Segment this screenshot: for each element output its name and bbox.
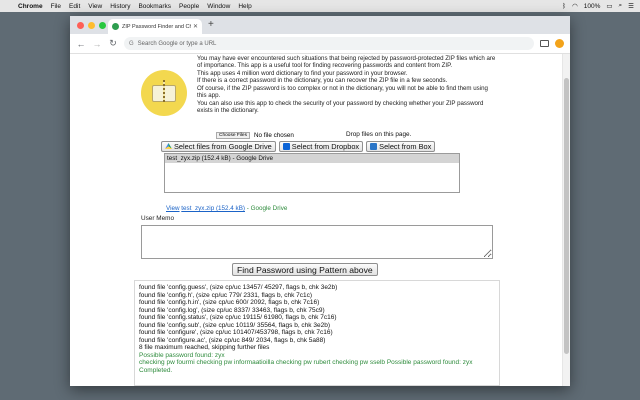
dropbox-icon: [282, 143, 290, 150]
description-line: You can also use this app to check the s…: [197, 99, 484, 115]
scrollbar-thumb[interactable]: [564, 78, 569, 354]
log-line: Completed.: [139, 366, 173, 374]
select-box-button[interactable]: Select from Box: [366, 141, 436, 152]
battery-percent: 100%: [583, 2, 601, 10]
list-item[interactable]: test_zyx.zip (152.4 kB) - Google Drive: [165, 154, 459, 163]
google-drive-label: Select files from Google Drive: [174, 142, 272, 151]
menu-people[interactable]: People: [179, 3, 199, 10]
tab-title: ZIP Password Finder and Chec: [122, 23, 191, 30]
page-viewport: You may have ever encountered such situa…: [70, 54, 570, 386]
zipper-icon: [163, 80, 165, 102]
battery-icon[interactable]: ▭: [606, 2, 612, 10]
view-file-link[interactable]: test_zyx.zip (152.4 kB): [181, 205, 245, 212]
menu-help[interactable]: Help: [238, 3, 251, 10]
page-scrollbar[interactable]: [562, 54, 570, 386]
no-file-chosen-text: No file chosen: [254, 132, 294, 139]
select-dropbox-button[interactable]: Select from Dropbox: [278, 141, 364, 152]
tab-zip-password-finder[interactable]: ZIP Password Finder and Chec ✕: [108, 19, 202, 34]
log-line: found file 'config.guess', (size cp/uc 1…: [139, 284, 338, 291]
tab-strip: ZIP Password Finder and Chec ✕ +: [70, 16, 570, 34]
description-line: If there is a correct password in the di…: [197, 77, 448, 85]
log-line: found file 'configure', (size cp/uc 1014…: [139, 329, 333, 336]
folder-icon: [152, 80, 176, 102]
user-memo-textarea[interactable]: [141, 225, 493, 259]
menu-chrome[interactable]: Chrome: [18, 3, 43, 10]
forward-icon[interactable]: →: [92, 39, 102, 49]
window-controls: [77, 22, 106, 29]
menu-bookmarks[interactable]: Bookmarks: [138, 3, 171, 10]
close-tab-icon[interactable]: ✕: [193, 23, 198, 30]
close-window-button[interactable]: [77, 22, 84, 29]
menu-window[interactable]: Window: [207, 3, 230, 10]
search-icon[interactable]: ⌕: [619, 2, 623, 10]
browser-toolbar: ← → ↻ G Search Google or type a URL: [70, 34, 570, 54]
omnibox[interactable]: G Search Google or type a URL: [124, 37, 534, 50]
favicon-icon: [112, 23, 119, 30]
menu-file[interactable]: File: [51, 3, 61, 10]
view-file-row: View test_zyx.zip (152.4 kB) - Google Dr…: [166, 205, 287, 212]
wifi-icon[interactable]: ◠: [572, 2, 578, 10]
status-area: ᛒ ◠ 100% ▭ ⌕ ☰: [562, 2, 640, 10]
box-icon: [370, 143, 378, 150]
google-drive-icon: [165, 143, 172, 149]
cast-icon[interactable]: [540, 40, 549, 47]
log-line: found file 'config.log', (size cp/uc 833…: [139, 306, 325, 314]
description-line: You may have ever encountered such situa…: [197, 55, 496, 70]
log-line: found file 'config.h', (size cp/uc 779/ …: [139, 291, 313, 299]
search-icon: G: [129, 40, 134, 47]
description-line: Of course, if the ZIP password is too co…: [197, 84, 488, 100]
omnibox-placeholder: Search Google or type a URL: [137, 40, 217, 47]
menu-edit[interactable]: Edit: [69, 3, 80, 10]
cloud-select-buttons: Select files from Google Drive Select fr…: [161, 141, 436, 152]
user-memo-label: User Memo: [141, 215, 175, 222]
bluetooth-icon[interactable]: ᛒ: [562, 3, 566, 10]
back-icon[interactable]: ←: [76, 39, 86, 49]
menu-view[interactable]: View: [88, 3, 102, 10]
log-line: found file 'config.h.in', (size cp/uc 60…: [139, 299, 320, 306]
menu-icon[interactable]: ☰: [628, 2, 634, 10]
log-line: found file 'configure.ac', (size cp/uc 8…: [139, 336, 326, 344]
log-line: found file 'config.status', (size cp/uc …: [139, 314, 337, 321]
zip-password-app: You may have ever encountered such situa…: [134, 54, 500, 386]
box-label: Select from Box: [379, 142, 432, 151]
file-source: - Google Drive: [246, 205, 288, 212]
menu-history[interactable]: History: [110, 3, 130, 10]
drop-files-label: Drop files on this page.: [346, 131, 412, 138]
profile-avatar[interactable]: [555, 39, 564, 48]
log-line: Possible password found: zyx: [139, 351, 225, 359]
selected-files-list[interactable]: test_zyx.zip (152.4 kB) - Google Drive: [164, 153, 460, 193]
result-log: found file 'config.guess', (size cp/uc 1…: [134, 280, 500, 386]
log-line: checking pw fourmi checking pw informaat…: [139, 359, 473, 366]
zip-folder-logo-icon: [141, 70, 187, 116]
reload-icon[interactable]: ↻: [108, 38, 118, 49]
log-line: 8 file maximum reached, skipping further…: [139, 344, 270, 351]
view-link[interactable]: View: [166, 205, 180, 212]
macos-menu-bar: Chrome File Edit View History Bookmarks …: [0, 0, 640, 12]
browser-window: ZIP Password Finder and Chec ✕ + ← → ↻ G…: [70, 16, 570, 386]
find-password-button[interactable]: Find Password using Pattern above: [232, 263, 378, 276]
select-google-drive-button[interactable]: Select files from Google Drive: [161, 141, 276, 152]
file-input[interactable]: Choose Files No file chosen: [216, 132, 294, 139]
minimize-window-button[interactable]: [88, 22, 95, 29]
app-description: You may have ever encountered such situa…: [197, 55, 497, 115]
description-line: This app uses 4 million word dictionary …: [197, 69, 408, 77]
new-tab-button[interactable]: +: [208, 19, 214, 30]
dropbox-label: Select from Dropbox: [291, 142, 360, 151]
log-line: found file 'config.sub', (size cp/uc 101…: [139, 321, 330, 329]
zoom-window-button[interactable]: [99, 22, 106, 29]
choose-files-button[interactable]: Choose Files: [216, 132, 250, 139]
